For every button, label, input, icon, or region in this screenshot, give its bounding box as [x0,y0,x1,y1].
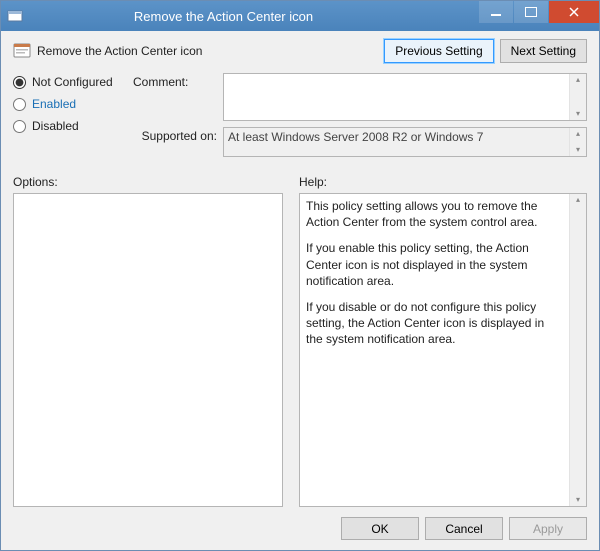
supported-scrollbar[interactable]: ▴▾ [569,128,586,156]
radio-enabled[interactable]: Enabled [13,97,133,111]
help-content: This policy setting allows you to remove… [300,194,569,506]
ok-button[interactable]: OK [341,517,419,540]
page-title: Remove the Action Center icon [37,44,378,58]
previous-setting-button[interactable]: Previous Setting [384,39,493,63]
help-label: Help: [299,175,587,189]
help-column: Help: This policy setting allows you to … [299,175,587,507]
dialog-footer: OK Cancel Apply [13,517,587,540]
maximize-button[interactable] [514,1,548,23]
window-title: Remove the Action Center icon [29,9,478,24]
supported-field: At least Windows Server 2008 R2 or Windo… [223,127,587,157]
close-button[interactable] [549,1,599,23]
minimize-button[interactable] [479,1,513,23]
options-label: Options: [13,175,283,189]
comment-label: Comment: [133,73,223,121]
supported-label: Supported on: [133,127,223,157]
window-controls [478,1,599,31]
radio-enabled-input[interactable] [13,98,26,111]
header-row: Remove the Action Center icon Previous S… [13,39,587,63]
state-radio-group: Not Configured Enabled Disabled [13,73,133,141]
radio-disabled-input[interactable] [13,120,26,133]
config-row: Not Configured Enabled Disabled Comment:… [13,73,587,163]
app-icon [7,8,23,24]
next-setting-button[interactable]: Next Setting [500,39,587,63]
radio-disabled-label: Disabled [32,119,79,133]
radio-enabled-label: Enabled [32,97,76,111]
policy-icon [13,42,31,60]
radio-not-configured[interactable]: Not Configured [13,75,133,89]
title-bar: Remove the Action Center icon [1,1,599,31]
help-box: This policy setting allows you to remove… [299,193,587,507]
apply-button[interactable]: Apply [509,517,587,540]
comment-value[interactable] [224,74,569,120]
options-content [14,194,282,506]
supported-value: At least Windows Server 2008 R2 or Windo… [224,128,569,156]
comment-scrollbar[interactable]: ▴▾ [569,74,586,120]
radio-not-configured-label: Not Configured [32,75,113,89]
help-scrollbar[interactable]: ▴▾ [569,194,586,506]
comment-row: Comment: ▴▾ [133,73,587,121]
radio-not-configured-input[interactable] [13,76,26,89]
options-box [13,193,283,507]
help-paragraph: If you disable or do not configure this … [306,299,563,348]
dialog-content: Remove the Action Center icon Previous S… [1,31,599,550]
help-paragraph: This policy setting allows you to remove… [306,198,563,230]
fields-column: Comment: ▴▾ Supported on: At least Windo… [133,73,587,163]
lower-panels: Options: Help: This policy setting allow… [13,175,587,507]
radio-disabled[interactable]: Disabled [13,119,133,133]
comment-field[interactable]: ▴▾ [223,73,587,121]
help-paragraph: If you enable this policy setting, the A… [306,240,563,289]
cancel-button[interactable]: Cancel [425,517,503,540]
options-column: Options: [13,175,283,507]
supported-row: Supported on: At least Windows Server 20… [133,127,587,157]
